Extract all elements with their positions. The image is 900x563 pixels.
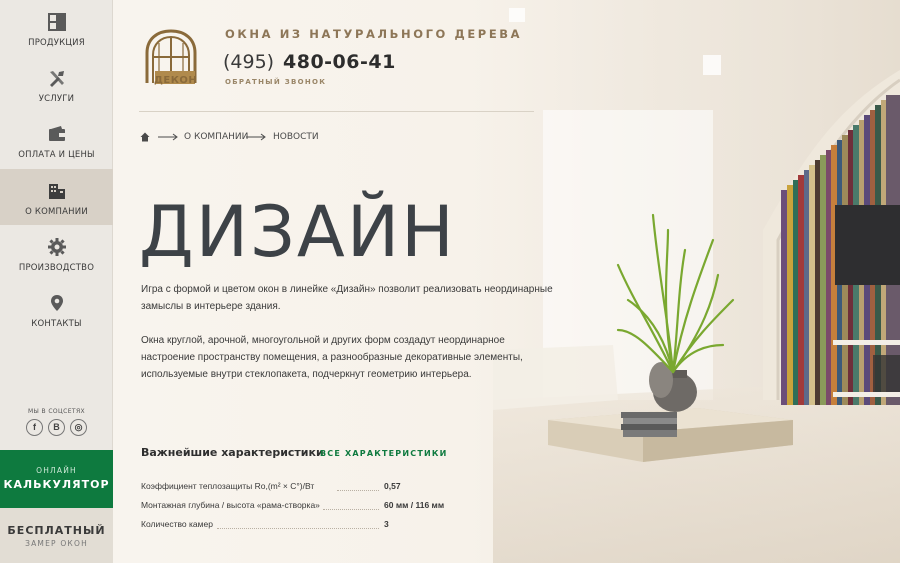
- spec-value: 60 мм / 116 мм: [384, 500, 445, 510]
- specs-title: Важнейшие характеристики: [141, 446, 324, 459]
- sidebar-item-label: ОПЛАТА И ЦЕНЫ: [18, 150, 95, 160]
- free-measure-caption: ЗАМЕР ОКОН: [25, 539, 88, 548]
- spec-leader: [337, 490, 379, 491]
- spec-name: Монтажная глубина / высота «рама-створка…: [141, 500, 320, 510]
- wallet-icon: [49, 126, 65, 141]
- sidebar-item-products[interactable]: ПРОДУКЦИЯ: [0, 0, 113, 56]
- logo-text: ДЕКОН: [154, 75, 198, 86]
- sidebar-item-services[interactable]: УСЛУГИ: [0, 56, 113, 112]
- spec-row: Монтажная глубина / высота «рама-створка…: [141, 500, 561, 514]
- tools-icon: [50, 71, 64, 87]
- facebook-icon[interactable]: f: [26, 419, 43, 436]
- vkontakte-icon[interactable]: В: [48, 419, 65, 436]
- spec-name: Количество камер: [141, 519, 213, 529]
- site-tagline: ОКНА ИЗ НАТУРАЛЬНОГО ДЕРЕВА: [225, 27, 523, 41]
- spec-leader: [323, 509, 379, 510]
- all-specs-link[interactable]: ВСЕ ХАРАКТЕРИСТИКИ: [320, 449, 448, 458]
- breadcrumb-link-news[interactable]: НОВОСТИ: [273, 132, 319, 142]
- spec-value: 3: [384, 519, 389, 529]
- sidebar-item-label: О КОМПАНИИ: [25, 207, 88, 217]
- main-content: ДЕКОН ОКНА ИЗ НАТУРАЛЬНОГО ДЕРЕВА (495) …: [113, 0, 900, 563]
- intro-paragraph: Игра с формой и цветом окон в линейке «Д…: [141, 284, 553, 312]
- sidebar-item-label: УСЛУГИ: [38, 94, 75, 104]
- spec-row: Количество камер 3: [141, 519, 561, 533]
- description-paragraph: Окна круглой, арочной, многоугольной и д…: [141, 335, 523, 380]
- instagram-icon[interactable]: ◎: [70, 419, 87, 436]
- calculator-caption: ОНЛАЙН: [36, 466, 77, 475]
- window-icon: [48, 13, 66, 31]
- map-pin-icon: [51, 295, 63, 311]
- page-title: ДИЗАЙН: [139, 191, 456, 273]
- calculator-label: КАЛЬКУЛЯТОР: [3, 478, 110, 491]
- spec-leader: [217, 528, 379, 529]
- breadcrumb-arrow-icon: [158, 133, 178, 141]
- sidebar-item-label: ПРОИЗВОДСТВО: [18, 263, 95, 273]
- sidebar: ПРОДУКЦИЯ УСЛУГИ ОПЛАТА И ЦЕНЫ О КОМПАНИ…: [0, 0, 113, 563]
- calculator-button[interactable]: ОНЛАЙН КАЛЬКУЛЯТОР: [0, 450, 113, 508]
- gear-icon: [48, 238, 66, 256]
- phone-number[interactable]: 480-06-41: [283, 51, 396, 73]
- sidebar-item-contacts[interactable]: КОНТАКТЫ: [0, 281, 113, 337]
- sidebar-item-label: ПРОДУКЦИЯ: [28, 38, 85, 48]
- social-title: МЫ В СОЦСЕТЯХ: [27, 408, 86, 415]
- breadcrumb-arrow-icon: [246, 133, 266, 141]
- spec-name: Коэффициент теплозащиты Ro,(m² × C°)/Вт: [141, 481, 315, 491]
- spec-row: Коэффициент теплозащиты Ro,(m² × C°)/Вт …: [141, 481, 561, 495]
- sidebar-item-about[interactable]: О КОМПАНИИ: [0, 169, 113, 225]
- header-divider: [139, 111, 534, 112]
- free-measure-label: БЕСПЛАТНЫЙ: [7, 524, 106, 537]
- sidebar-item-label: КОНТАКТЫ: [31, 319, 82, 329]
- callback-link[interactable]: ОБРАТНЫЙ ЗВОНОК: [225, 78, 326, 86]
- sidebar-item-production[interactable]: ПРОИЗВОДСТВО: [0, 225, 113, 281]
- home-icon[interactable]: [140, 132, 150, 142]
- free-measure-button[interactable]: БЕСПЛАТНЫЙ ЗАМЕР ОКОН: [0, 508, 113, 563]
- spec-value: 0,57: [384, 481, 401, 491]
- sidebar-item-payment[interactable]: ОПЛАТА И ЦЕНЫ: [0, 112, 113, 168]
- phone-code: (495): [223, 51, 275, 73]
- building-icon: [49, 184, 65, 199]
- breadcrumb-link-about[interactable]: О КОМПАНИИ: [184, 132, 248, 142]
